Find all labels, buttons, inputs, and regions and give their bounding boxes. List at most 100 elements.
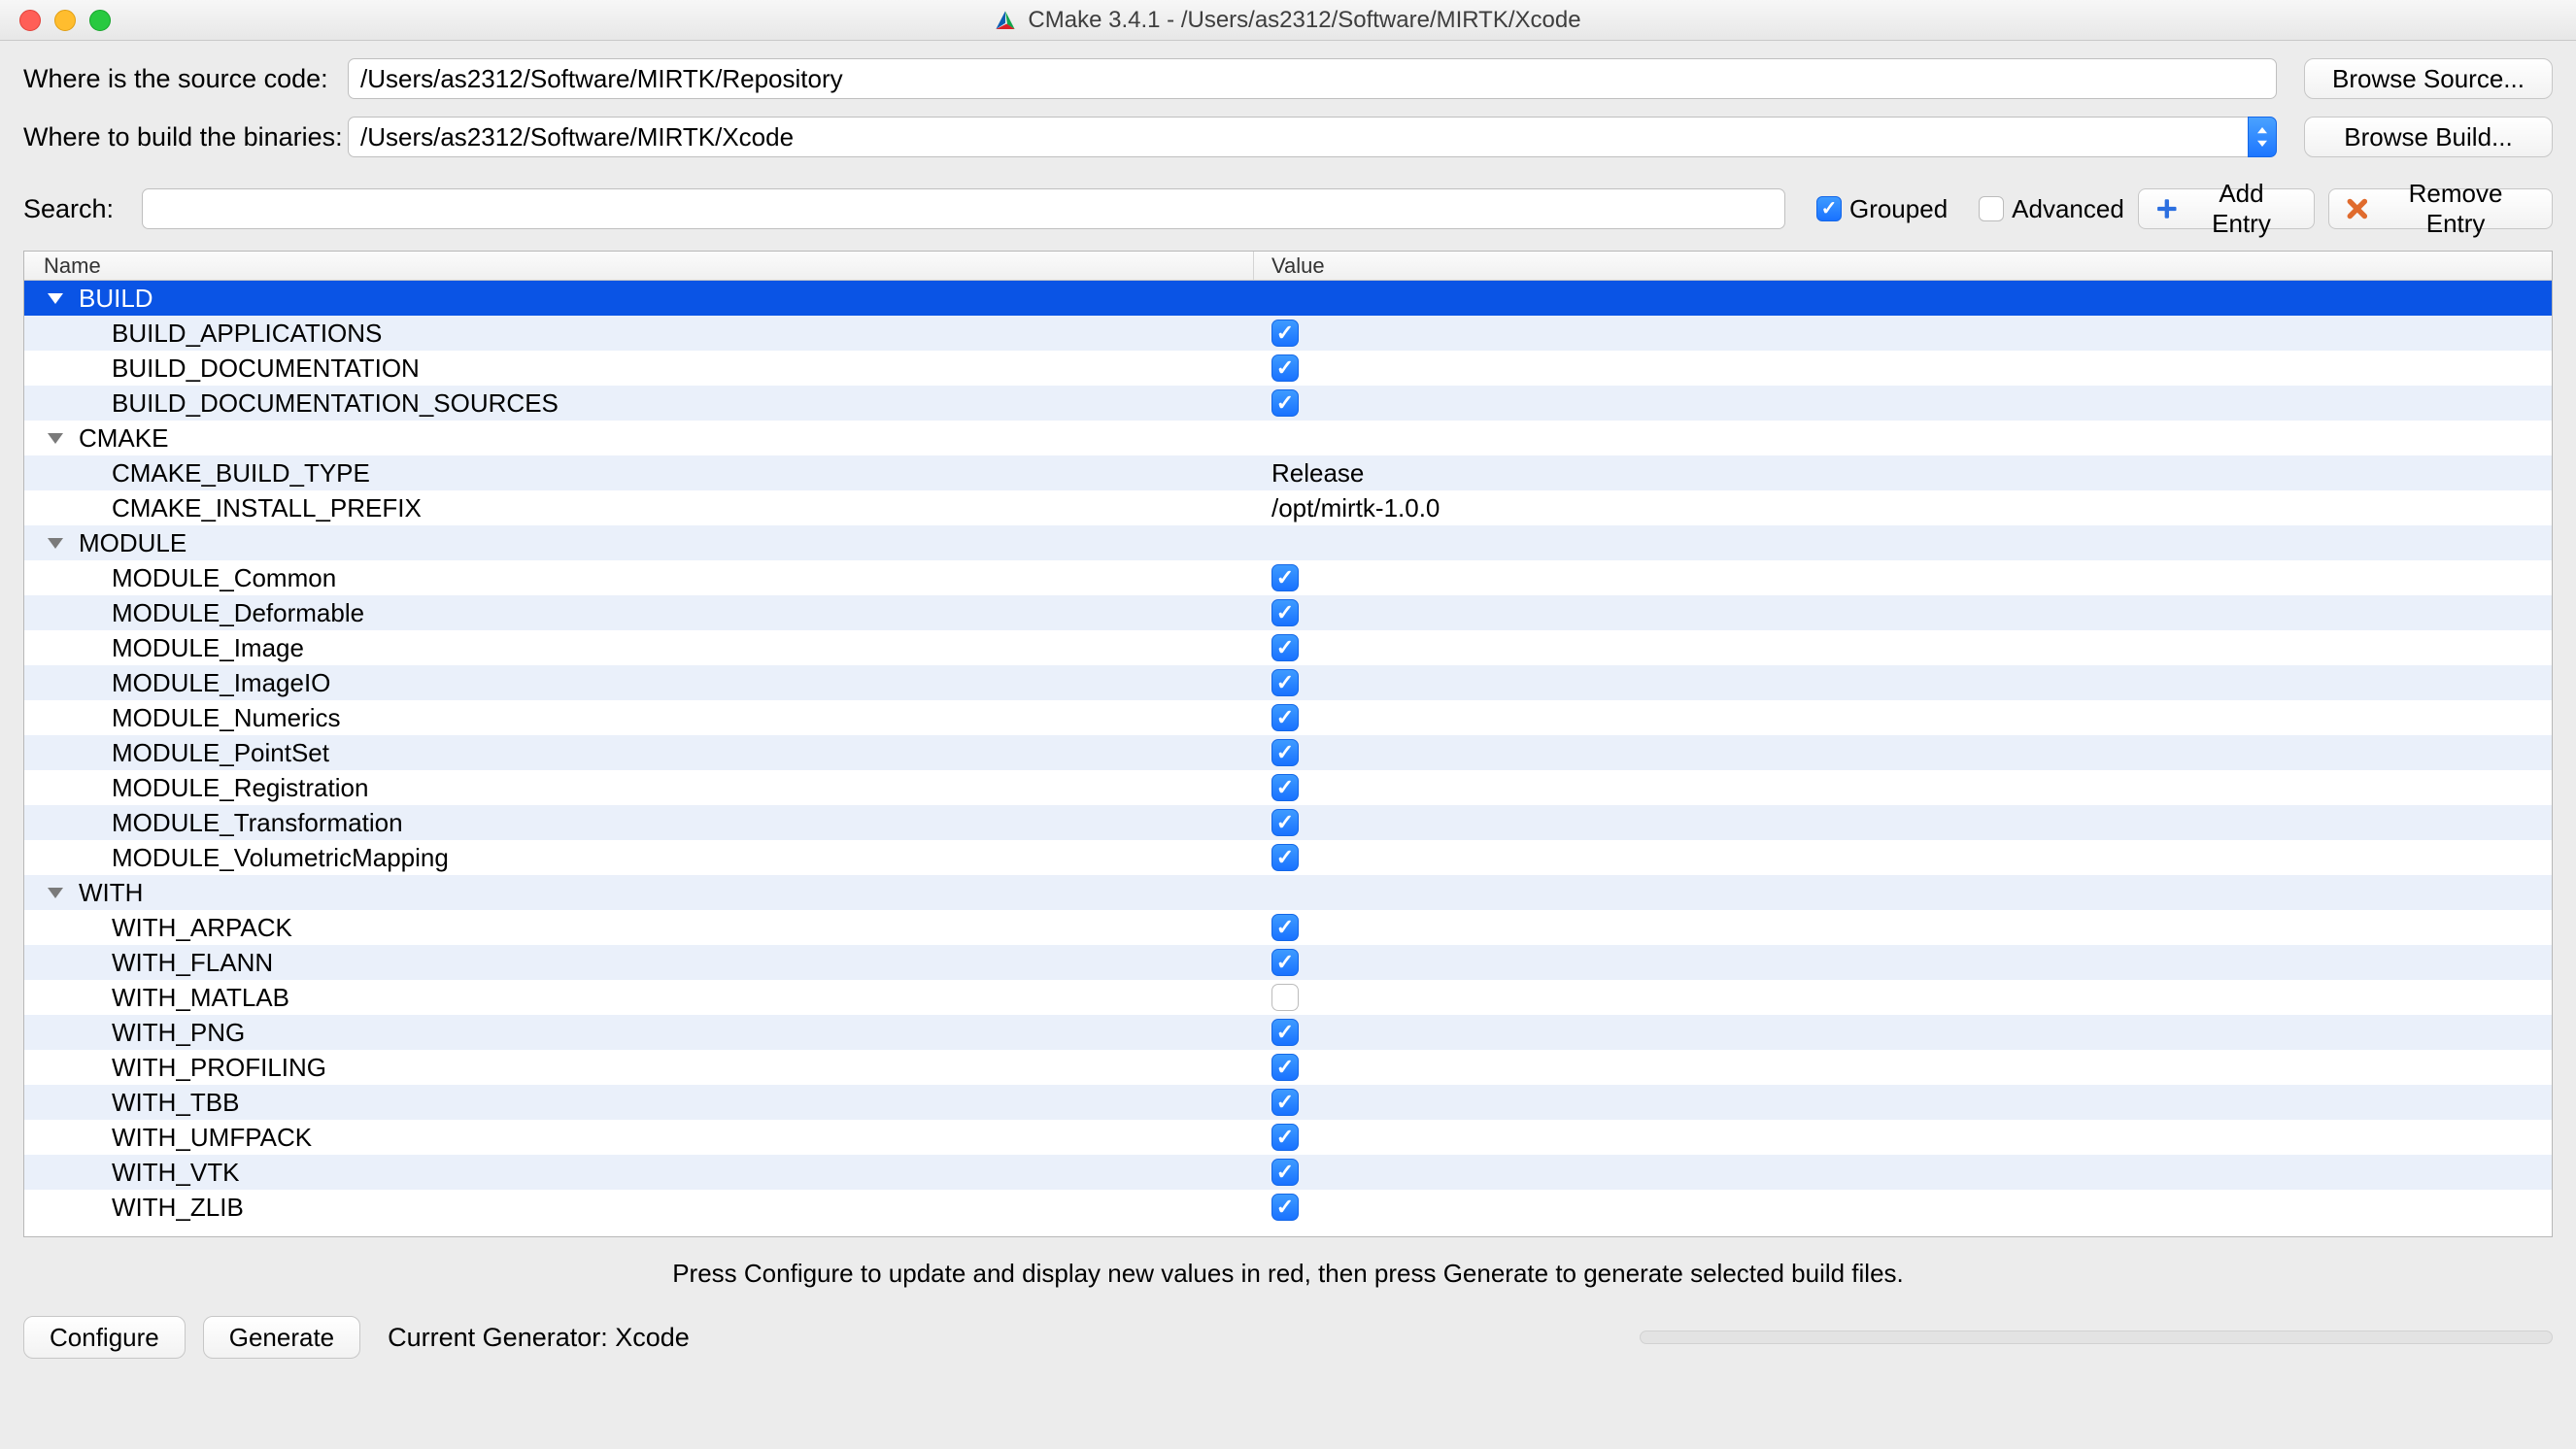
disclosure-triangle-icon[interactable]	[48, 888, 63, 898]
option-value-cell[interactable]	[1254, 1194, 2552, 1221]
progress-bar	[1640, 1331, 2553, 1344]
remove-entry-button[interactable]: Remove Entry	[2328, 188, 2553, 229]
option-value-cell[interactable]	[1254, 389, 2552, 417]
option-value-cell[interactable]	[1254, 320, 2552, 347]
table-row[interactable]: MODULE_Common	[24, 560, 2552, 595]
table-row[interactable]: BUILD_APPLICATIONS	[24, 316, 2552, 351]
option-checkbox[interactable]	[1271, 634, 1299, 661]
column-header-value[interactable]: Value	[1254, 253, 2552, 279]
maximize-window-icon[interactable]	[89, 10, 111, 31]
option-checkbox[interactable]	[1271, 669, 1299, 696]
table-row[interactable]: WITH_MATLAB	[24, 980, 2552, 1015]
advanced-checkbox[interactable]: Advanced	[1979, 194, 2124, 224]
option-checkbox[interactable]	[1271, 564, 1299, 591]
option-value-cell[interactable]	[1254, 774, 2552, 801]
group-label: CMAKE	[79, 423, 168, 454]
table-row[interactable]: WITH_UMFPACK	[24, 1120, 2552, 1155]
option-checkbox[interactable]	[1271, 844, 1299, 871]
table-row[interactable]: CMAKE_INSTALL_PREFIX/opt/mirtk-1.0.0	[24, 490, 2552, 525]
option-checkbox[interactable]	[1271, 599, 1299, 626]
search-input[interactable]	[142, 188, 1785, 229]
group-row[interactable]: CMAKE	[24, 421, 2552, 455]
option-value-cell[interactable]: Release	[1254, 458, 2552, 489]
disclosure-triangle-icon[interactable]	[48, 538, 63, 549]
table-row[interactable]: MODULE_VolumetricMapping	[24, 840, 2552, 875]
table-row[interactable]: MODULE_Numerics	[24, 700, 2552, 735]
column-header-name[interactable]: Name	[24, 252, 1254, 280]
minimize-window-icon[interactable]	[54, 10, 76, 31]
table-row[interactable]: WITH_FLANN	[24, 945, 2552, 980]
generate-button[interactable]: Generate	[203, 1316, 360, 1359]
option-checkbox[interactable]	[1271, 704, 1299, 731]
table-row[interactable]: MODULE_Registration	[24, 770, 2552, 805]
table-row[interactable]: MODULE_Deformable	[24, 595, 2552, 630]
table-row[interactable]: BUILD_DOCUMENTATION_SOURCES	[24, 386, 2552, 421]
option-value-cell[interactable]	[1254, 354, 2552, 382]
option-value-cell[interactable]	[1254, 739, 2552, 766]
option-checkbox[interactable]	[1271, 389, 1299, 417]
table-row[interactable]: WITH_ARPACK	[24, 910, 2552, 945]
option-value-cell[interactable]	[1254, 809, 2552, 836]
table-row[interactable]: MODULE_PointSet	[24, 735, 2552, 770]
option-value-cell[interactable]	[1254, 599, 2552, 626]
option-checkbox[interactable]	[1271, 984, 1299, 1011]
table-row[interactable]: MODULE_Transformation	[24, 805, 2552, 840]
table-row[interactable]: CMAKE_BUILD_TYPERelease	[24, 455, 2552, 490]
option-checkbox[interactable]	[1271, 320, 1299, 347]
option-checkbox[interactable]	[1271, 354, 1299, 382]
table-row[interactable]: MODULE_Image	[24, 630, 2552, 665]
table-row[interactable]: WITH_ZLIB	[24, 1190, 2552, 1225]
option-checkbox[interactable]	[1271, 1124, 1299, 1151]
option-checkbox[interactable]	[1271, 774, 1299, 801]
option-checkbox[interactable]	[1271, 1159, 1299, 1186]
group-row[interactable]: WITH	[24, 875, 2552, 910]
grouped-checkbox[interactable]: Grouped	[1816, 194, 1948, 224]
table-row[interactable]: MODULE_ImageIO	[24, 665, 2552, 700]
table-row[interactable]: WITH_TBB	[24, 1085, 2552, 1120]
option-checkbox[interactable]	[1271, 1194, 1299, 1221]
option-value-cell[interactable]	[1254, 1054, 2552, 1081]
browse-source-button[interactable]: Browse Source...	[2304, 58, 2553, 99]
option-checkbox[interactable]	[1271, 949, 1299, 976]
disclosure-triangle-icon[interactable]	[48, 293, 63, 304]
option-value-cell[interactable]	[1254, 1159, 2552, 1186]
option-checkbox[interactable]	[1271, 1054, 1299, 1081]
table-row[interactable]: WITH_PROFILING	[24, 1050, 2552, 1085]
table-row[interactable]: WITH_VTK	[24, 1155, 2552, 1190]
option-value-cell[interactable]	[1254, 949, 2552, 976]
option-text-value[interactable]: Release	[1271, 458, 1364, 489]
close-window-icon[interactable]	[19, 10, 41, 31]
option-value-cell[interactable]	[1254, 914, 2552, 941]
option-value-cell[interactable]	[1254, 1089, 2552, 1116]
build-path-input[interactable]	[348, 117, 2248, 157]
advanced-checkbox-box[interactable]	[1979, 196, 2004, 221]
option-value-cell[interactable]	[1254, 704, 2552, 731]
build-path-combobox[interactable]	[348, 117, 2277, 157]
option-value-cell[interactable]	[1254, 564, 2552, 591]
option-value-cell[interactable]: /opt/mirtk-1.0.0	[1254, 493, 2552, 523]
option-text-value[interactable]: /opt/mirtk-1.0.0	[1271, 493, 1440, 523]
source-path-input[interactable]	[348, 58, 2277, 99]
build-path-row: Where to build the binaries: Browse Buil…	[23, 117, 2553, 157]
disclosure-triangle-icon[interactable]	[48, 433, 63, 444]
option-checkbox[interactable]	[1271, 739, 1299, 766]
option-checkbox[interactable]	[1271, 914, 1299, 941]
option-value-cell[interactable]	[1254, 634, 2552, 661]
option-value-cell[interactable]	[1254, 984, 2552, 1011]
build-path-dropdown-button[interactable]	[2248, 117, 2277, 157]
grouped-checkbox-box[interactable]	[1816, 196, 1842, 221]
group-row[interactable]: BUILD	[24, 281, 2552, 316]
configure-button[interactable]: Configure	[23, 1316, 186, 1359]
table-row[interactable]: BUILD_DOCUMENTATION	[24, 351, 2552, 386]
option-value-cell[interactable]	[1254, 669, 2552, 696]
table-row[interactable]: WITH_PNG	[24, 1015, 2552, 1050]
option-checkbox[interactable]	[1271, 809, 1299, 836]
add-entry-button[interactable]: Add Entry	[2138, 188, 2315, 229]
option-value-cell[interactable]	[1254, 1124, 2552, 1151]
option-checkbox[interactable]	[1271, 1019, 1299, 1046]
option-value-cell[interactable]	[1254, 844, 2552, 871]
option-value-cell[interactable]	[1254, 1019, 2552, 1046]
group-row[interactable]: MODULE	[24, 525, 2552, 560]
option-checkbox[interactable]	[1271, 1089, 1299, 1116]
browse-build-button[interactable]: Browse Build...	[2304, 117, 2553, 157]
